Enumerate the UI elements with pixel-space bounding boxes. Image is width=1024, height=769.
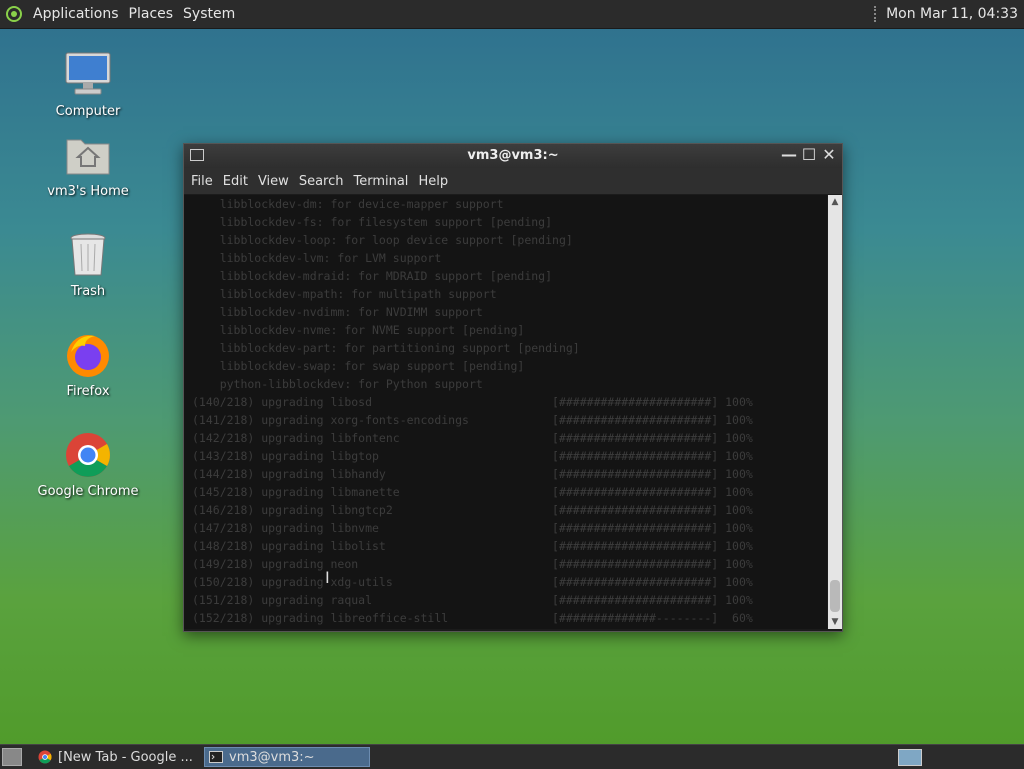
- terminal-line: (149/218) upgrading neon [##############…: [192, 557, 753, 571]
- terminal-line: (146/218) upgrading libngtcp2 [#########…: [192, 503, 753, 517]
- desktop-icon-computer[interactable]: Computer: [28, 50, 148, 119]
- menu-places[interactable]: Places: [124, 6, 179, 22]
- terminal-line: libblockdev-mpath: for multipath support: [192, 287, 497, 301]
- terminal-scrollbar[interactable]: ▲ ▼: [828, 195, 842, 629]
- maximize-button[interactable]: ☐: [800, 146, 818, 164]
- panel-handle: [874, 6, 880, 22]
- terminal-output[interactable]: libblockdev-dm: for device-mapper suppor…: [184, 195, 827, 629]
- close-button[interactable]: ✕: [820, 146, 838, 164]
- bottom-taskbar: [New Tab - Google ... vm3@vm3:~: [0, 744, 1024, 769]
- workspace-switcher[interactable]: [898, 749, 922, 766]
- chrome-icon: [38, 750, 52, 764]
- taskbar-item-label: [New Tab - Google ...: [58, 749, 193, 765]
- trash-icon: [63, 230, 113, 280]
- terminal-line: libblockdev-dm: for device-mapper suppor…: [192, 197, 504, 211]
- scroll-thumb[interactable]: [830, 580, 840, 612]
- clock[interactable]: Mon Mar 11, 04:33: [886, 6, 1024, 22]
- terminal-line: (143/218) upgrading libgtop [###########…: [192, 449, 753, 463]
- desktop-icon-label: Trash: [70, 284, 106, 299]
- terminal-line: libblockdev-part: for partitioning suppo…: [192, 341, 580, 355]
- terminal-window[interactable]: vm3@vm3:~ — ☐ ✕ File Edit View Search Te…: [183, 143, 843, 632]
- distro-logo-icon[interactable]: [4, 4, 24, 24]
- minimize-button[interactable]: —: [780, 146, 798, 164]
- terminal-line: libblockdev-fs: for filesystem support […: [192, 215, 553, 229]
- computer-icon: [63, 50, 113, 100]
- scroll-down-arrow-icon[interactable]: ▼: [828, 615, 842, 629]
- text-cursor-icon: I: [325, 568, 330, 587]
- desktop-icon-label: Computer: [55, 104, 121, 119]
- terminal-line: libblockdev-mdraid: for MDRAID support […: [192, 269, 553, 283]
- terminal-line: (151/218) upgrading raqual [############…: [192, 593, 753, 607]
- terminal-line: (141/218) upgrading xorg-fonts-encodings…: [192, 413, 753, 427]
- scroll-up-arrow-icon[interactable]: ▲: [828, 195, 842, 209]
- home-folder-icon: [63, 130, 113, 180]
- window-title: vm3@vm3:~: [467, 148, 559, 163]
- desktop-icon-label: vm3's Home: [47, 184, 129, 199]
- menu-edit[interactable]: Edit: [218, 174, 253, 189]
- menu-terminal[interactable]: Terminal: [348, 174, 413, 189]
- top-panel: Applications Places System Mon Mar 11, 0…: [0, 0, 1024, 29]
- menu-view[interactable]: View: [253, 174, 294, 189]
- taskbar-item-label: vm3@vm3:~: [229, 749, 315, 765]
- chrome-icon: [63, 430, 113, 480]
- terminal-line: libblockdev-nvme: for NVME support [pend…: [192, 323, 525, 337]
- desktop-icon-label: Firefox: [66, 384, 110, 399]
- menu-file[interactable]: File: [186, 174, 218, 189]
- terminal-line: (142/218) upgrading libfontenc [########…: [192, 431, 753, 445]
- terminal-line: libblockdev-loop: for loop device suppor…: [192, 233, 573, 247]
- terminal-icon: [209, 750, 223, 764]
- terminal-line: (147/218) upgrading libnvme [###########…: [192, 521, 753, 535]
- terminal-line: (150/218) upgrading xdg-utils [#########…: [192, 575, 753, 589]
- terminal-line: libblockdev-lvm: for LVM support: [192, 251, 442, 265]
- terminal-line: libblockdev-swap: for swap support [pend…: [192, 359, 525, 373]
- terminal-line: libblockdev-nvdimm: for NVDIMM support: [192, 305, 483, 319]
- firefox-icon: [63, 330, 113, 380]
- window-titlebar[interactable]: vm3@vm3:~ — ☐ ✕: [184, 144, 842, 168]
- desktop-icon-firefox[interactable]: Firefox: [28, 330, 148, 399]
- terminal-line: (152/218) upgrading libreoffice-still [#…: [192, 611, 753, 625]
- menu-system[interactable]: System: [178, 6, 240, 22]
- terminal-line: (140/218) upgrading libosd [############…: [192, 395, 753, 409]
- desktop-icon-trash[interactable]: Trash: [28, 230, 148, 299]
- menu-help[interactable]: Help: [413, 174, 453, 189]
- desktop-icon-label: Google Chrome: [37, 484, 139, 499]
- taskbar-item-terminal[interactable]: vm3@vm3:~: [204, 747, 370, 767]
- terminal-line: (145/218) upgrading libmanette [########…: [192, 485, 753, 499]
- menu-applications[interactable]: Applications: [28, 6, 124, 22]
- terminal-menubar: File Edit View Search Terminal Help: [184, 168, 842, 194]
- menu-search[interactable]: Search: [294, 174, 349, 189]
- desktop-icon-home[interactable]: vm3's Home: [28, 130, 148, 199]
- terminal-line: python-libblockdev: for Python support: [192, 377, 483, 391]
- desktop-icon-chrome[interactable]: Google Chrome: [28, 430, 148, 499]
- taskbar-item-chrome[interactable]: [New Tab - Google ...: [34, 747, 200, 767]
- terminal-line: (144/218) upgrading libhandy [##########…: [192, 467, 753, 481]
- terminal-line: (148/218) upgrading libolist [##########…: [192, 539, 753, 553]
- show-desktop-icon[interactable]: [2, 748, 22, 766]
